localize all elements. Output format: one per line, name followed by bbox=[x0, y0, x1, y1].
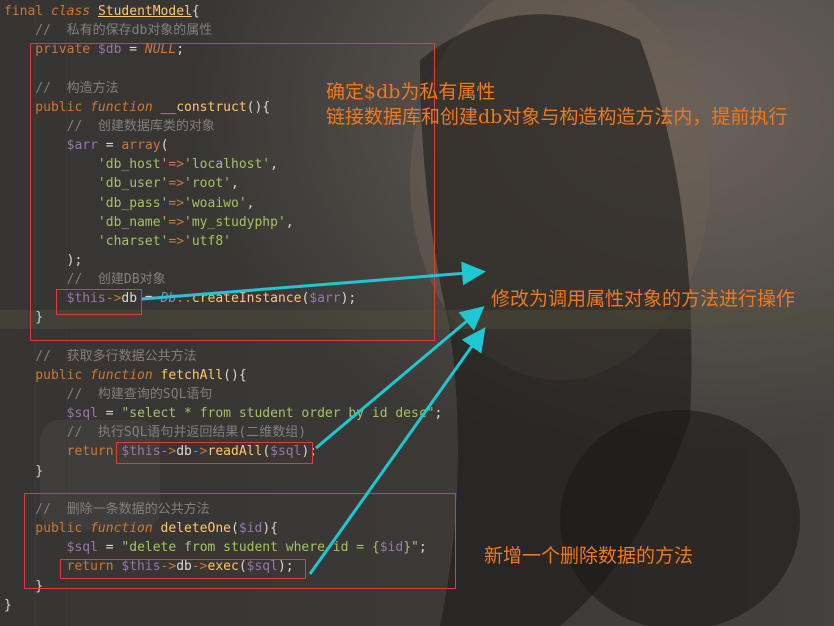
code-token: function bbox=[90, 367, 161, 383]
code-token: (){ bbox=[223, 367, 247, 383]
code-token: return bbox=[4, 444, 122, 460]
highlight-box-exec bbox=[60, 559, 306, 579]
note-constructor-connect: 链接数据库和创建db对象与构造构造方法内，提前执行 bbox=[326, 106, 788, 128]
code-token: // 获取多行数据公共方法 bbox=[4, 348, 197, 364]
code-token: public bbox=[4, 367, 91, 383]
note-add-delete-method: 新增一个删除数据的方法 bbox=[484, 545, 694, 567]
code-token: fetchAll bbox=[160, 367, 224, 383]
code-token: "select * from student order by id desc" bbox=[121, 406, 435, 422]
code-line[interactable]: public function fetchAll(){ bbox=[4, 366, 247, 385]
code-token: // 私有的保存db对象的属性 bbox=[4, 23, 213, 39]
code-token: // 执行SQL语句并返回结果(二维数组) bbox=[4, 425, 307, 441]
code-token: // 构建查询的SQL语句 bbox=[4, 387, 213, 402]
code-token: StudentModel bbox=[97, 4, 192, 19]
code-line[interactable]: $sql = "select * from student order by i… bbox=[4, 404, 443, 423]
code-line[interactable]: // 获取多行数据公共方法 bbox=[4, 347, 197, 366]
note-private-property: 确定$db为私有属性 bbox=[326, 81, 496, 103]
highlight-box-readall bbox=[116, 442, 313, 464]
code-token: } bbox=[4, 463, 44, 479]
note-call-property-object: 修改为调用属性对象的方法进行操作 bbox=[491, 288, 796, 310]
code-line[interactable]: } bbox=[4, 596, 12, 615]
code-line[interactable]: // 构建查询的SQL语句 bbox=[4, 385, 213, 404]
code-line[interactable]: // 私有的保存db对象的属性 bbox=[4, 21, 212, 40]
code-token: = bbox=[97, 406, 122, 422]
code-line[interactable]: } bbox=[4, 462, 43, 481]
code-line[interactable]: // 执行SQL语句并返回结果(二维数组) bbox=[4, 423, 306, 442]
code-line[interactable]: final class StudentModel{ bbox=[4, 2, 200, 21]
highlight-box-this-db bbox=[56, 289, 142, 315]
code-token: ; bbox=[434, 406, 443, 422]
code-token: } bbox=[4, 597, 12, 613]
code-token: $sql bbox=[66, 406, 98, 422]
code-token: class bbox=[50, 4, 98, 19]
code-token: final bbox=[4, 4, 51, 19]
code-token: { bbox=[191, 4, 200, 19]
